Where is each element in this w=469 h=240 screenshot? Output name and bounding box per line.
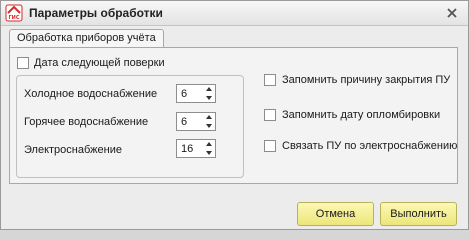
- service-label-hot-water: Горячее водоснабжение: [24, 116, 149, 128]
- remember-close-reason-checkbox[interactable]: [264, 74, 276, 86]
- stepper-arrows: [203, 113, 215, 130]
- electricity-stepper[interactable]: 16: [176, 139, 216, 158]
- remember-seal-date-label: Запомнить дату опломбировки: [282, 109, 441, 121]
- hot-water-value: 6: [181, 116, 188, 128]
- stepper-arrows: [203, 85, 215, 102]
- link-by-electricity-checkbox[interactable]: [264, 140, 276, 152]
- window-title: Параметры обработки: [29, 6, 163, 20]
- chevron-up-icon[interactable]: [203, 140, 215, 148]
- execute-button[interactable]: Выполнить: [380, 202, 457, 226]
- chevron-down-icon[interactable]: [203, 94, 215, 102]
- remember-seal-date-checkbox[interactable]: [264, 109, 276, 121]
- service-label-electricity: Электроснабжение: [24, 144, 122, 156]
- chevron-down-icon[interactable]: [203, 149, 215, 157]
- next-check-date-checkbox[interactable]: [17, 57, 29, 69]
- close-icon[interactable]: [444, 5, 460, 21]
- remember-close-reason-label: Запомнить причину закрытия ПУ: [282, 74, 451, 86]
- app-logo-text: ГИС: [8, 15, 19, 21]
- chevron-up-icon[interactable]: [203, 85, 215, 93]
- chevron-down-icon[interactable]: [203, 122, 215, 130]
- stepper-arrows: [203, 140, 215, 157]
- app-logo-icon: ГИС: [5, 4, 23, 22]
- service-label-cold-water: Холодное водоснабжение: [24, 88, 158, 100]
- chevron-up-icon[interactable]: [203, 113, 215, 121]
- tab-meter-processing[interactable]: Обработка приборов учёта: [9, 29, 164, 48]
- cold-water-value: 6: [181, 88, 188, 100]
- electricity-value: 16: [181, 143, 194, 155]
- hot-water-stepper[interactable]: 6: [176, 112, 216, 131]
- link-by-electricity-label: Связать ПУ по электроснабжению: [282, 140, 458, 152]
- dialog-window: ГИС Параметры обработки Обработка прибор…: [0, 0, 469, 230]
- cancel-button[interactable]: Отмена: [297, 202, 374, 226]
- next-check-date-label: Дата следующей поверки: [34, 57, 165, 69]
- cold-water-stepper[interactable]: 6: [176, 84, 216, 103]
- title-bar[interactable]: ГИС Параметры обработки: [1, 1, 468, 26]
